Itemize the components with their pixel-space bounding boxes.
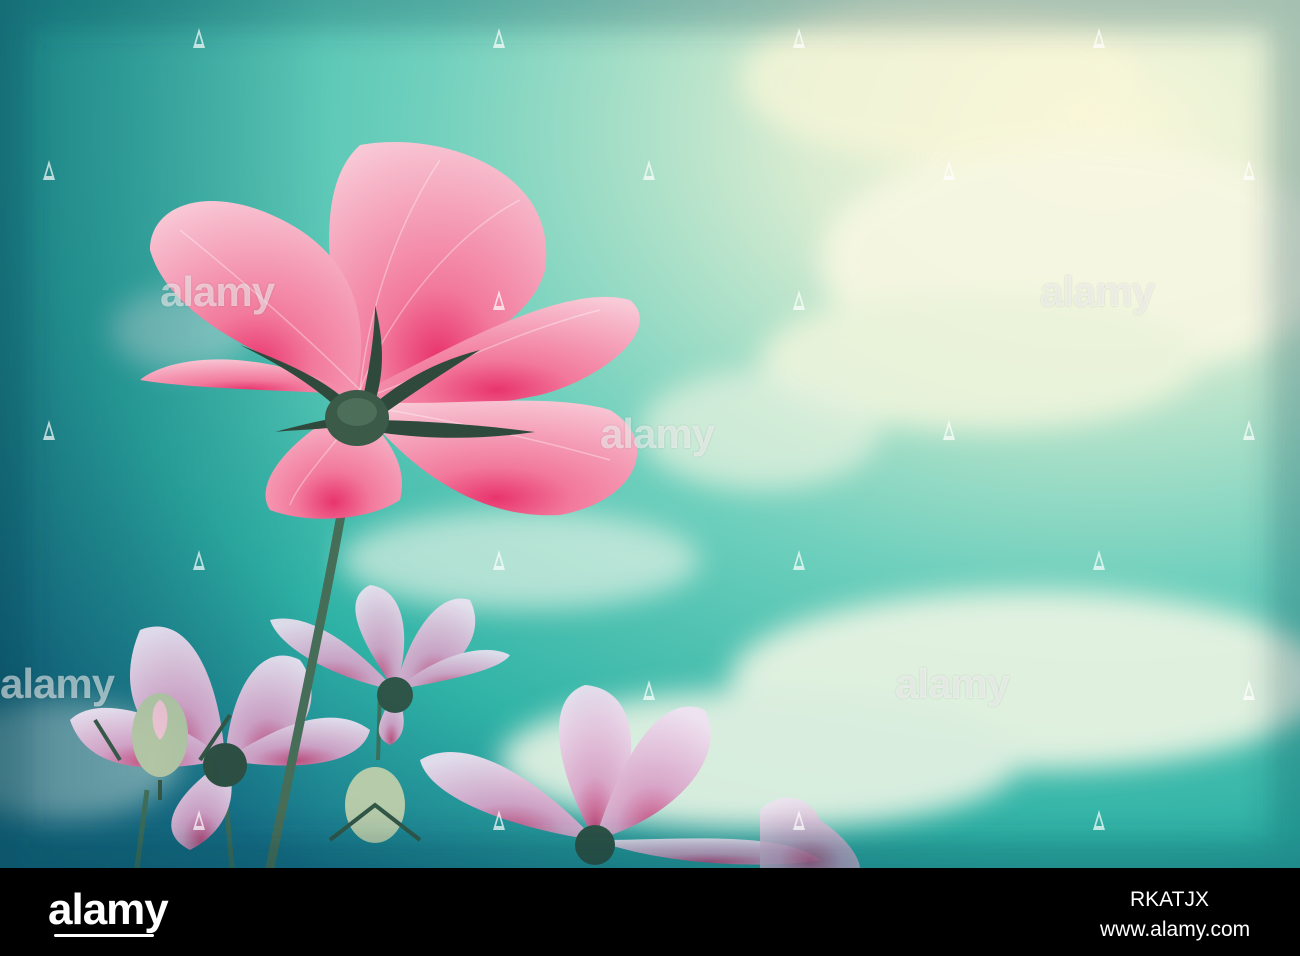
watermark-mark-icon bbox=[193, 810, 205, 830]
watermark-mark-icon bbox=[1243, 160, 1255, 180]
watermark-mark-icon bbox=[193, 28, 205, 48]
watermark-mark-icon bbox=[793, 550, 805, 570]
logo-underline bbox=[54, 934, 154, 937]
stock-footer-bar: alamy RKATJX www.alamy.com bbox=[0, 868, 1300, 956]
alamy-logo[interactable]: alamy bbox=[48, 882, 169, 938]
watermark-mark-icon bbox=[943, 160, 955, 180]
watermark-mark-icon bbox=[1243, 420, 1255, 440]
watermark-mark-icon bbox=[493, 810, 505, 830]
watermark-mark-icon bbox=[1243, 680, 1255, 700]
watermark-mark-icon bbox=[1093, 28, 1105, 48]
watermark-text: alamy bbox=[0, 660, 115, 707]
image-id: RKATJX bbox=[1130, 888, 1209, 911]
watermark-mark-icon bbox=[493, 290, 505, 310]
watermark-mark-icon bbox=[1093, 810, 1105, 830]
watermark-mark-icon bbox=[1093, 550, 1105, 570]
watermark-mark-icon bbox=[943, 420, 955, 440]
image-frame: alamy alamy alamy alamy alamy alamy RKAT… bbox=[0, 0, 1300, 956]
watermark-mark-icon bbox=[43, 420, 55, 440]
watermark-mark-icon bbox=[493, 550, 505, 570]
watermark-mark-icon bbox=[193, 550, 205, 570]
watermark-mark-icon bbox=[643, 160, 655, 180]
cosmos-flower-photo: alamy alamy alamy alamy alamy bbox=[0, 0, 1300, 868]
watermark-mark-icon bbox=[43, 160, 55, 180]
watermark-text: alamy bbox=[600, 410, 715, 457]
watermark-mark-icon bbox=[493, 28, 505, 48]
watermark-mark-icon bbox=[793, 28, 805, 48]
watermark-mark-icon bbox=[793, 290, 805, 310]
watermark-mark-icon bbox=[793, 810, 805, 830]
watermark-text: alamy bbox=[160, 268, 275, 315]
watermark-text: alamy bbox=[1040, 268, 1155, 315]
site-url[interactable]: www.alamy.com bbox=[1100, 918, 1250, 942]
watermark-mark-icon bbox=[643, 680, 655, 700]
watermark-text: alamy bbox=[895, 660, 1010, 707]
